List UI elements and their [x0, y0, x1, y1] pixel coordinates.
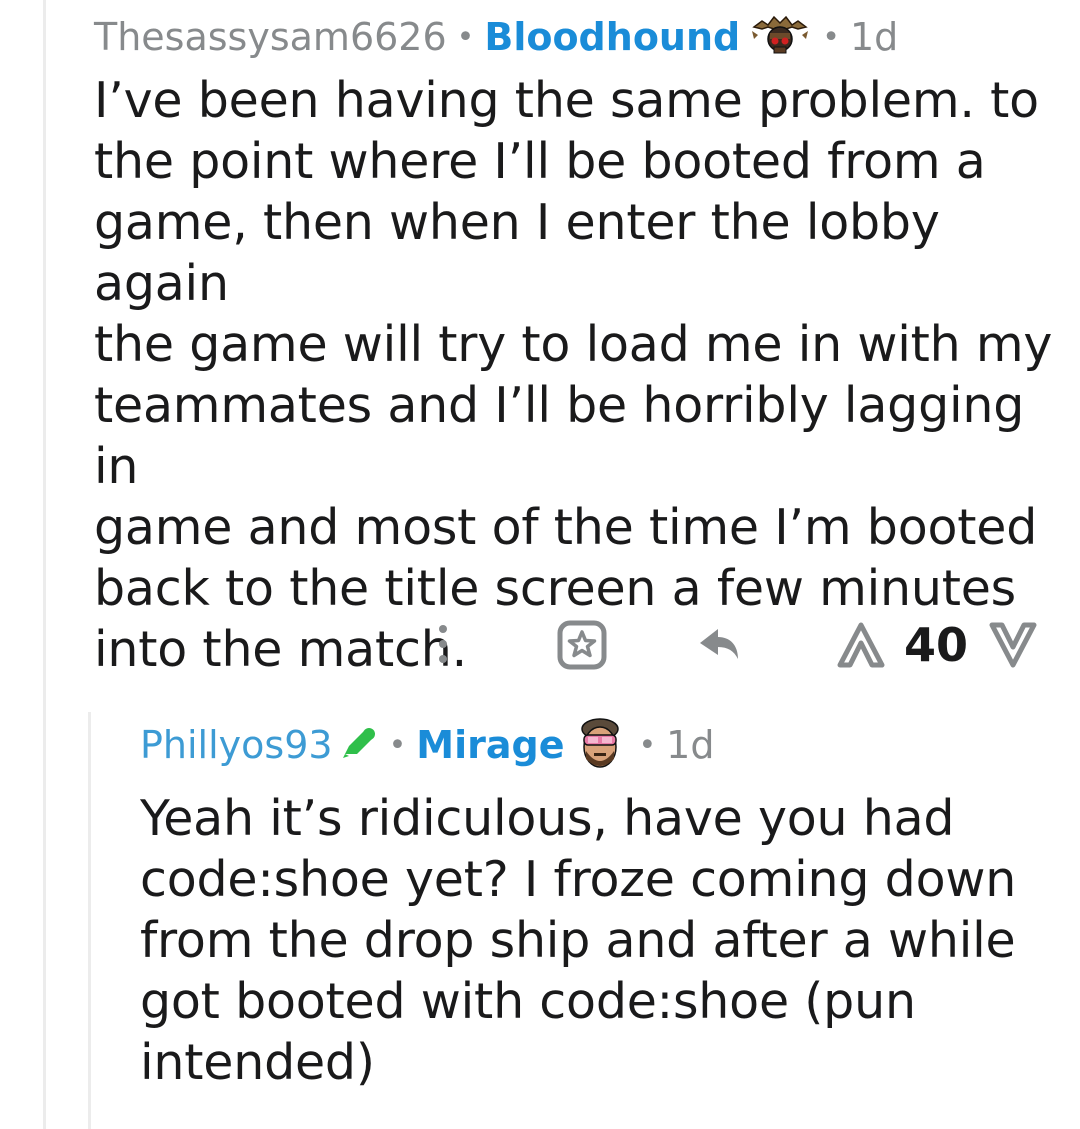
award-icon	[557, 620, 607, 670]
comment-meta: Phillyos93 • Mirage • 1d	[140, 716, 1065, 774]
comment-author[interactable]: Thesassysam6626	[94, 15, 447, 59]
comment-body-line: into the match.	[94, 621, 467, 678]
comment-score: 40	[904, 618, 969, 672]
thread-line-parent[interactable]	[43, 0, 46, 1129]
award-button[interactable]	[556, 619, 608, 671]
comment-body-line: intended)	[140, 1034, 375, 1091]
user-flair: Bloodhound	[484, 15, 741, 59]
comment-body-line: code:shoe yet? I froze coming down	[140, 851, 1017, 908]
upvote-icon	[837, 622, 885, 668]
user-flair: Mirage	[416, 723, 565, 767]
reply-icon	[700, 629, 738, 659]
mirage-avatar-icon	[572, 715, 628, 775]
thread-line-reply[interactable]	[88, 712, 91, 1129]
upvote-button[interactable]	[836, 621, 886, 669]
reply-comment: Phillyos93 • Mirage • 1d Yeah it’s ridic…	[140, 716, 1065, 1093]
comment-body: I’ve been having the same problem. to th…	[94, 70, 1064, 680]
meta-separator: •	[456, 19, 475, 55]
comment-body-line: the point where I’ll be booted from a	[94, 133, 986, 190]
comment-body-line: back to the title screen a few minutes	[94, 560, 1017, 617]
parent-comment: Thesassysam6626 • Bloodhound • 1d I’ve b…	[94, 8, 1064, 680]
pen-icon	[339, 726, 379, 764]
comment-body-line: I’ve been having the same problem. to	[94, 72, 1039, 129]
reply-button[interactable]	[696, 623, 742, 667]
more-vertical-icon	[439, 625, 447, 663]
comment-body: Yeah it’s ridiculous, have you had code:…	[140, 788, 1065, 1093]
comment-body-line: game, then when I enter the lobby again	[94, 194, 940, 312]
comment-body-line: teammates and I’ll be horribly lagging i…	[94, 377, 1025, 495]
comment-action-bar: 40	[418, 615, 1038, 675]
bloodhound-avatar-icon	[748, 13, 812, 61]
comment-age: 1d	[849, 15, 899, 59]
comment-body-line: from the drop ship and after a while	[140, 912, 1016, 969]
downvote-icon	[989, 622, 1037, 668]
downvote-button[interactable]	[988, 621, 1038, 669]
meta-separator: •	[388, 727, 407, 763]
meta-separator: •	[638, 727, 657, 763]
comment-body-line: Yeah it’s ridiculous, have you had	[140, 790, 955, 847]
comment-body-line: got booted with code:shoe (pun	[140, 973, 916, 1030]
comment-meta: Thesassysam6626 • Bloodhound • 1d	[94, 8, 1064, 66]
meta-separator: •	[822, 19, 840, 55]
comment-body-line: the game will try to load me in with my	[94, 316, 1053, 373]
comment-body-line: game and most of the time I’m booted	[94, 499, 1038, 556]
more-options-button[interactable]	[428, 621, 458, 667]
comment-author[interactable]: Phillyos93	[140, 723, 333, 767]
comment-age: 1d	[666, 723, 715, 767]
